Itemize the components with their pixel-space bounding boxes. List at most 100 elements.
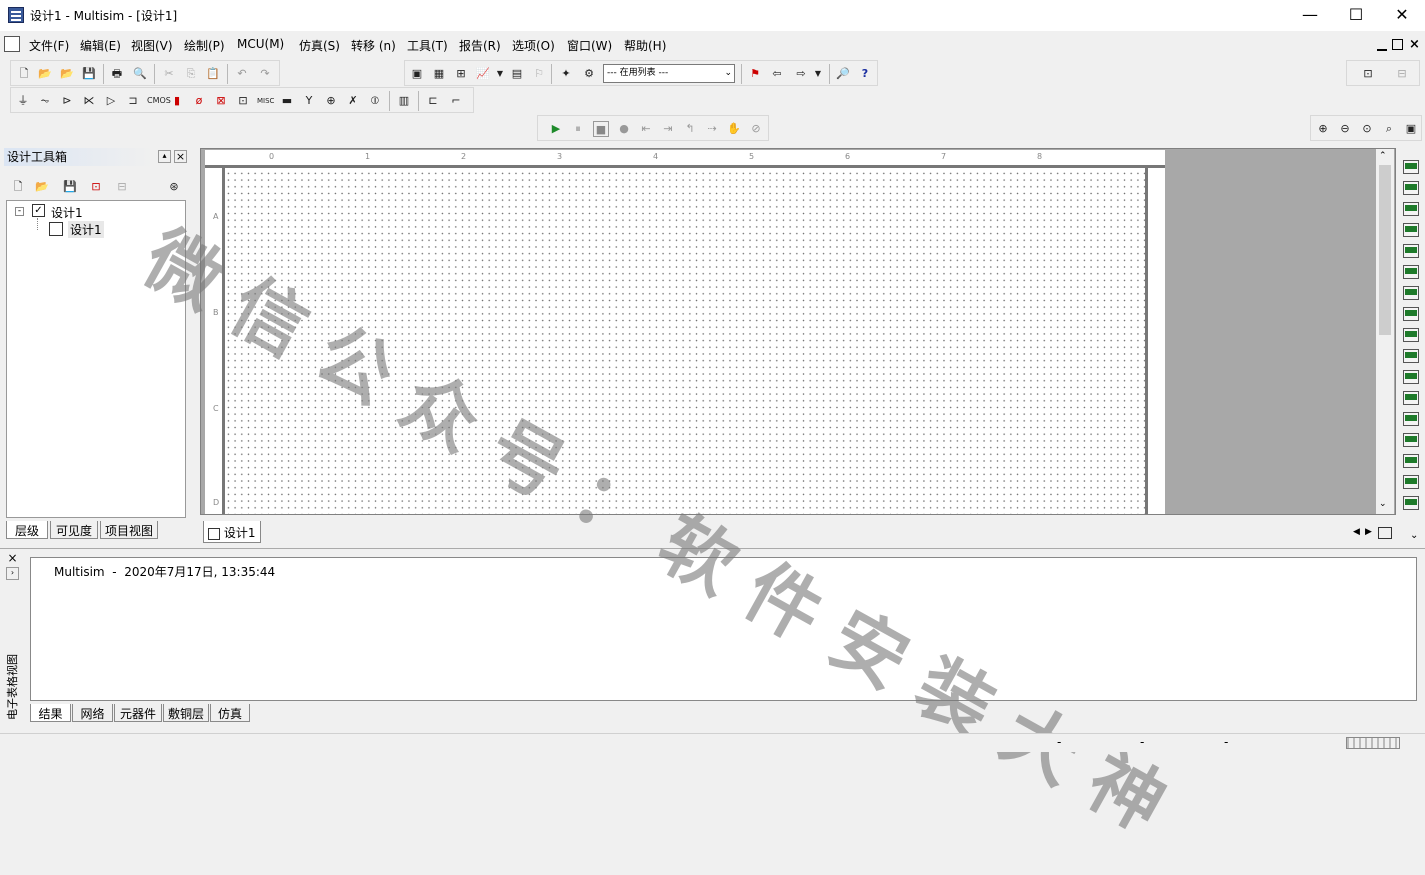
forward-annotate-icon[interactable]: ⇨ (793, 66, 809, 82)
place-power-icon[interactable]: ⊡ (235, 93, 251, 109)
paste-icon[interactable]: 📋 (205, 66, 221, 82)
agilent-oscilloscope-icon[interactable] (1403, 496, 1419, 510)
checkbox-icon[interactable]: ✓ (32, 204, 45, 217)
place-misc-digital-icon[interactable]: ▮ (169, 93, 185, 109)
menu-transfer[interactable]: 转移 (n) (351, 37, 396, 54)
mdi-close-icon[interactable]: × (1409, 37, 1420, 52)
toolbox-close-icon[interactable]: ⊡ (88, 179, 104, 195)
pause-at-next-icon[interactable]: ● (616, 121, 632, 137)
panel-close-icon[interactable]: × (174, 150, 187, 163)
place-mixed-icon[interactable]: ø (191, 93, 207, 109)
toolbox-save-icon[interactable]: 💾 (62, 179, 78, 195)
toggle-design-toolbox-icon[interactable]: ▣ (409, 66, 425, 82)
help-icon[interactable]: ? (857, 66, 873, 82)
database-icon[interactable]: ⊞ (453, 66, 469, 82)
place-basic-icon[interactable]: ⏦ (37, 93, 53, 109)
wattmeter-icon[interactable] (1403, 202, 1419, 216)
logic-analyzer-icon[interactable] (1403, 349, 1419, 363)
back-annotate-icon[interactable]: ⇦ (769, 66, 785, 82)
tab-prev-icon[interactable]: ◀ (1353, 527, 1360, 537)
tab-results[interactable]: 结果 (30, 704, 71, 722)
logic-converter-icon[interactable] (1403, 328, 1419, 342)
frequency-counter-icon[interactable] (1403, 286, 1419, 300)
place-diode-icon[interactable]: ⊳ (59, 93, 75, 109)
step-out-icon[interactable]: ↰ (682, 121, 698, 137)
toolbox-rename-icon[interactable]: ⊟ (114, 179, 130, 195)
zoom-area-icon[interactable]: ⊙ (1359, 121, 1375, 137)
network-analyzer-icon[interactable] (1403, 433, 1419, 447)
place-connector-icon[interactable]: ⦶ (367, 93, 383, 109)
function-generator-icon[interactable] (1403, 181, 1419, 195)
breadboard-icon[interactable]: ⚙ (581, 66, 597, 82)
grapher-icon[interactable]: 📈 (475, 66, 491, 82)
tab-project-view[interactable]: 项目视图 (100, 521, 158, 539)
place-indicator-icon[interactable]: ⊠ (213, 93, 229, 109)
tab-copper-layers[interactable]: 敷铜层 (163, 704, 209, 722)
menu-mcu[interactable]: MCU(M) (237, 37, 284, 51)
tab-simulation[interactable]: 仿真 (210, 704, 250, 722)
minimize-button[interactable]: — (1287, 0, 1333, 31)
toolbox-new-icon[interactable]: 🗋 (10, 179, 26, 195)
toggle-breakpoint-icon[interactable]: ✋ (726, 121, 742, 137)
oscilloscope-icon[interactable] (1403, 223, 1419, 237)
redo-icon[interactable]: ↷ (257, 66, 273, 82)
place-bus-icon[interactable]: ⌐ (448, 93, 464, 109)
fullscreen-icon[interactable]: ▣ (1403, 121, 1419, 137)
place-advanced-peripherals-icon[interactable]: ▬ (279, 93, 295, 109)
tab-components[interactable]: 元器件 (114, 704, 162, 722)
pause-icon[interactable]: ⏸ (570, 121, 586, 137)
scroll-up-icon[interactable]: ⌃ (1379, 151, 1387, 161)
tab-hierarchy[interactable]: 层级 (6, 521, 48, 539)
tree-root-item[interactable]: 设计1 (51, 204, 83, 221)
undo-icon[interactable]: ↶ (234, 66, 250, 82)
scroll-down-icon[interactable]: ⌄ (1379, 499, 1387, 509)
place-electromechanical-icon[interactable]: ⊕ (323, 93, 339, 109)
menu-simulate[interactable]: 仿真(S) (299, 37, 340, 54)
place-rf-icon[interactable]: Y (301, 93, 317, 109)
agilent-generator-icon[interactable] (1403, 454, 1419, 468)
tab-visibility[interactable]: 可见度 (50, 521, 98, 539)
spreadsheet-icon[interactable]: ▦ (431, 66, 447, 82)
tree-collapse-icon[interactable]: - (15, 207, 24, 216)
menu-view[interactable]: 视图(V) (131, 37, 173, 54)
spectrum-analyzer-icon[interactable] (1403, 412, 1419, 426)
close-button[interactable]: ✕ (1379, 0, 1425, 31)
toolbox-project-icon[interactable]: ⊛ (166, 179, 182, 195)
sheet-tab[interactable]: 设计1 (203, 521, 261, 543)
mdi-restore-icon[interactable] (1392, 39, 1403, 50)
place-misc-icon[interactable]: MISC (257, 93, 274, 109)
menu-help[interactable]: 帮助(H) (624, 37, 666, 54)
iv-analyzer-icon[interactable] (1403, 370, 1419, 384)
postprocessor-icon[interactable]: ▤ (509, 66, 525, 82)
place-transistor-icon[interactable]: ⋉ (81, 93, 97, 109)
find-examples-icon[interactable]: 🔎 (835, 66, 851, 82)
stop-icon[interactable]: ■ (593, 121, 609, 137)
place-mcu-icon[interactable]: ▥ (396, 93, 412, 109)
view-mode-alt-icon[interactable]: ⊟ (1387, 66, 1417, 82)
view-mode-icon[interactable]: ⊡ (1353, 66, 1383, 82)
menu-window[interactable]: 窗口(W) (567, 37, 612, 54)
remove-breakpoints-icon[interactable]: ⊘ (748, 121, 764, 137)
distortion-analyzer-icon[interactable] (1403, 391, 1419, 405)
menu-edit[interactable]: 编辑(E) (80, 37, 121, 54)
inuse-list-dropdown[interactable]: --- 在用列表 --- ⌄ (603, 64, 735, 83)
tab-list-icon[interactable] (1378, 527, 1392, 539)
new-icon[interactable]: 🗋 (16, 66, 32, 82)
tree-child-item[interactable]: 设计1 (68, 221, 104, 238)
place-ttl-icon[interactable]: ⊐ (125, 93, 141, 109)
mdi-minimize-icon[interactable] (1377, 41, 1387, 51)
place-hierarchical-icon[interactable]: ⊏ (425, 93, 441, 109)
open-icon[interactable]: 📂 (37, 66, 53, 82)
word-generator-icon[interactable] (1403, 307, 1419, 321)
step-into-icon[interactable]: ⇤ (638, 121, 654, 137)
four-channel-oscilloscope-icon[interactable] (1403, 244, 1419, 258)
print-preview-icon[interactable]: 🔍 (132, 66, 148, 82)
document-icon[interactable] (4, 36, 20, 52)
copy-icon[interactable]: ⎘ (183, 66, 199, 82)
agilent-multimeter-icon[interactable] (1403, 475, 1419, 489)
spreadsheet-close-icon[interactable]: × (6, 552, 19, 565)
place-ni-icon[interactable]: ✗ (345, 93, 361, 109)
grapher-dropdown-icon[interactable]: ▼ (492, 66, 508, 82)
toolbox-open-icon[interactable]: 📂 (34, 179, 50, 195)
menu-options[interactable]: 选项(O) (512, 37, 555, 54)
